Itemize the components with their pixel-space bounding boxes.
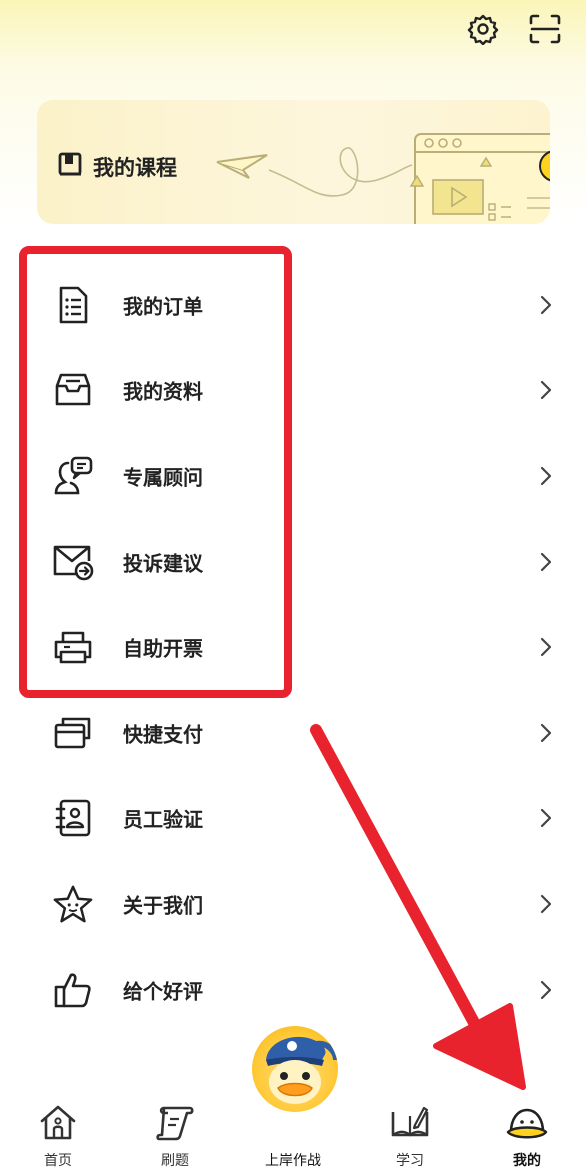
menu-item-quick-pay[interactable]: 快捷支付 [0, 690, 586, 776]
chevron-right-icon [536, 978, 556, 1002]
chevron-right-icon [536, 721, 556, 745]
star-icon [52, 883, 94, 925]
home-icon [36, 1100, 80, 1144]
feedback-mail-icon [52, 541, 94, 583]
menu-item-consultant[interactable]: 专属顾问 [0, 433, 586, 519]
menu-label: 自助开票 [123, 636, 203, 661]
menu-label: 快捷支付 [123, 722, 203, 747]
tab-label: 首页 [44, 1153, 72, 1169]
chevron-right-icon [536, 550, 556, 574]
course-illustration [216, 133, 550, 224]
course-title-label: 我的课程 [93, 155, 177, 180]
menu-label: 专属顾问 [123, 465, 203, 490]
tab-label: 我的 [513, 1153, 541, 1169]
duck-profile-icon [505, 1100, 549, 1144]
menu-item-employee-verify[interactable]: 员工验证 [0, 776, 586, 862]
chevron-right-icon [536, 635, 556, 659]
tab-label: 学习 [396, 1153, 424, 1169]
menu-item-about-us[interactable]: 关于我们 [0, 861, 586, 947]
scan-icon[interactable] [526, 10, 564, 48]
printer-icon [52, 626, 94, 668]
open-book-pen-icon [388, 1100, 432, 1144]
menu-list: 我的订单 我的资料 专属顾问 投诉建议 自助开票 快捷支付 员工验证 关于我们 … [0, 262, 586, 1032]
scroll-quiz-icon [153, 1100, 197, 1144]
menu-label: 关于我们 [123, 893, 203, 918]
inbox-tray-icon [52, 369, 94, 411]
chevron-right-icon [536, 892, 556, 916]
tab-label: 刷题 [161, 1153, 189, 1169]
thumbs-up-icon [52, 969, 94, 1011]
chevron-right-icon [536, 806, 556, 830]
chevron-right-icon [536, 464, 556, 488]
menu-item-invoice[interactable]: 自助开票 [0, 604, 586, 690]
chevron-right-icon [536, 293, 556, 317]
document-list-icon [52, 284, 94, 326]
chevron-right-icon [536, 378, 556, 402]
menu-item-materials[interactable]: 我的资料 [0, 348, 586, 434]
menu-label: 给个好评 [123, 979, 203, 1004]
duck-mascot-avatar[interactable] [252, 1026, 338, 1112]
menu-label: 员工验证 [123, 807, 203, 832]
menu-label: 投诉建议 [123, 551, 203, 576]
my-course-card[interactable]: 我的课程 [37, 100, 550, 224]
settings-gear-icon[interactable] [464, 10, 502, 48]
top-toolbar [464, 10, 564, 48]
tab-label: 上岸作战 [265, 1153, 321, 1169]
card-stack-icon [52, 712, 94, 754]
tab-study[interactable]: 学习 [355, 1100, 465, 1170]
tab-mine[interactable]: 我的 [472, 1100, 582, 1170]
tab-home[interactable]: 首页 [3, 1100, 113, 1170]
bottom-tab-bar: 首页 刷题 上岸作战 学习 我的 [0, 1026, 586, 1176]
tab-practice[interactable]: 刷题 [120, 1100, 230, 1170]
menu-label: 我的订单 [123, 294, 203, 319]
menu-item-rate-us[interactable]: 给个好评 [0, 947, 586, 1033]
menu-item-feedback[interactable]: 投诉建议 [0, 519, 586, 605]
menu-label: 我的资料 [123, 379, 203, 404]
employee-id-icon [52, 797, 94, 839]
course-title: 我的课程 [57, 150, 177, 183]
bookmark-book-icon [57, 150, 85, 183]
consultant-chat-icon [52, 455, 94, 497]
menu-item-orders[interactable]: 我的订单 [0, 262, 586, 348]
